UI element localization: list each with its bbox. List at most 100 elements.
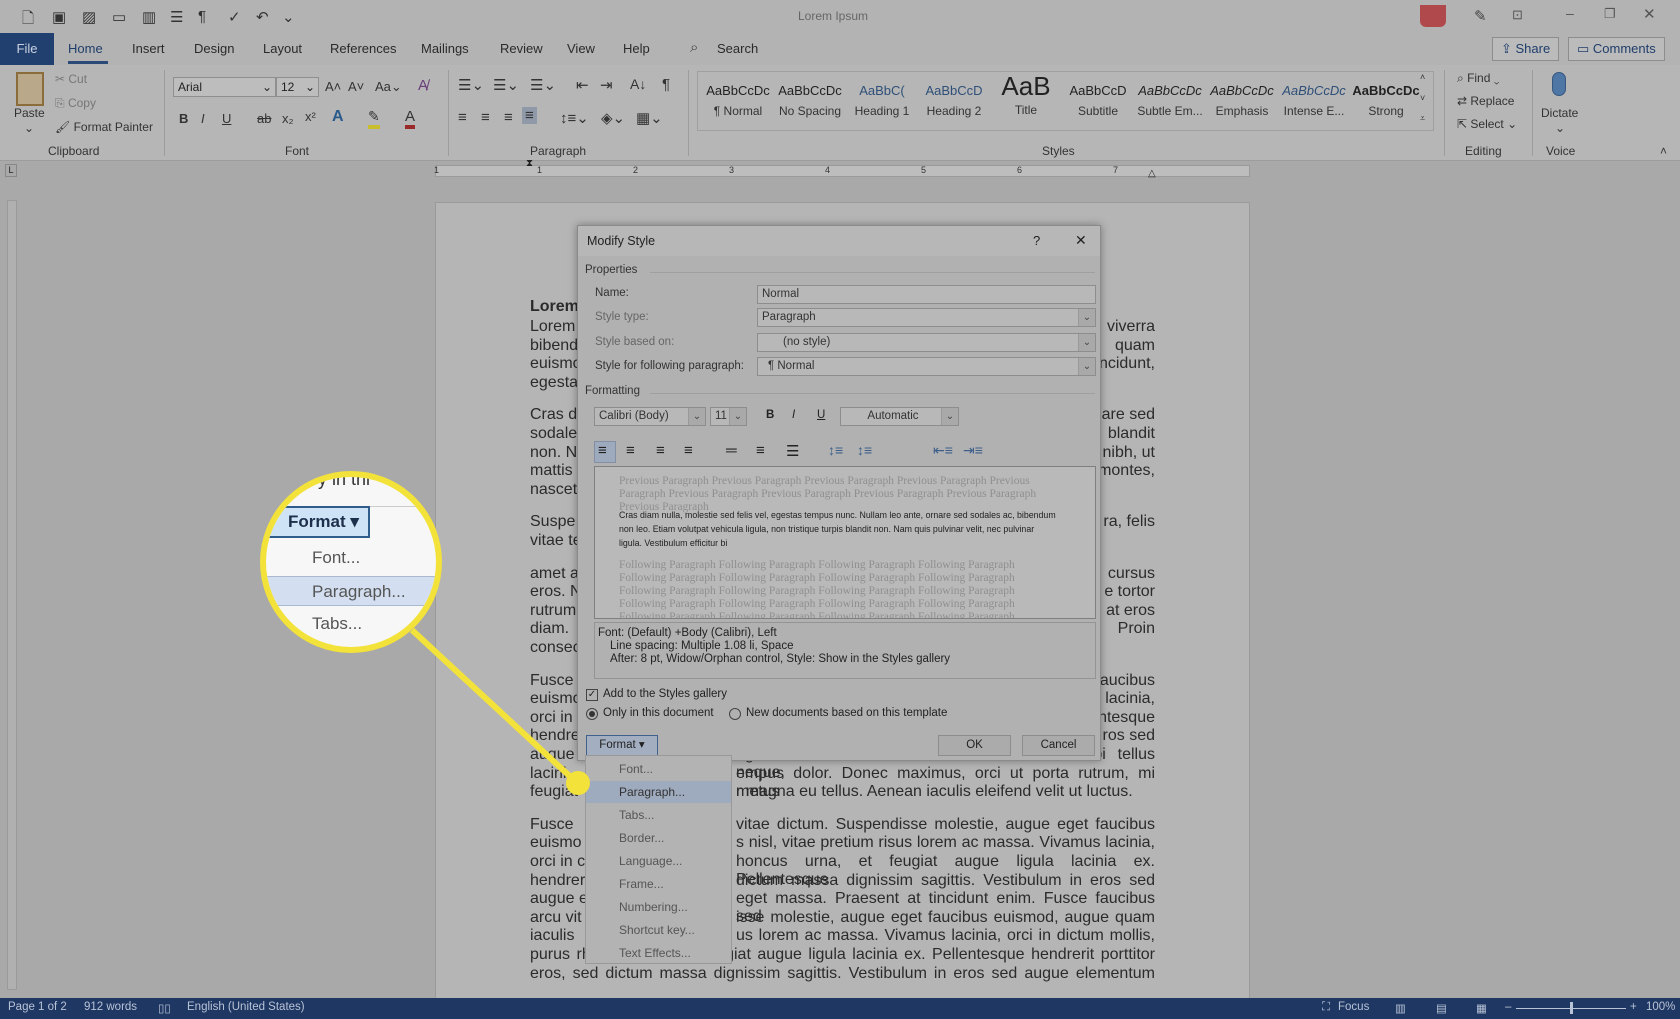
align-left-icon[interactable]: ≡ bbox=[458, 109, 467, 126]
copy-button[interactable]: ⎘ Copy bbox=[55, 96, 96, 111]
cancel-button[interactable]: Cancel bbox=[1022, 735, 1095, 756]
format-menu-item-language[interactable]: Language... bbox=[586, 850, 731, 872]
single-spacing-icon[interactable]: ═ bbox=[726, 442, 737, 459]
bold-button[interactable]: B bbox=[766, 409, 774, 421]
style-subtle-em[interactable]: AaBbCcDc Subtle Em... bbox=[1134, 71, 1206, 131]
close-dialog-button[interactable]: ✕ bbox=[1075, 232, 1087, 249]
name-input[interactable]: Normal bbox=[757, 285, 1096, 304]
only-document-radio[interactable] bbox=[586, 708, 598, 720]
justify-icon[interactable]: ≡ bbox=[684, 442, 693, 459]
pen-icon[interactable]: ✎ bbox=[1474, 7, 1487, 25]
format-painter-button[interactable]: 🖌 Format Painter bbox=[55, 120, 153, 134]
read-mode-icon[interactable]: ▥ bbox=[1395, 1001, 1406, 1015]
tab-layout[interactable]: Layout bbox=[263, 41, 302, 56]
tab-mailings[interactable]: Mailings bbox=[421, 41, 469, 56]
align-right-icon[interactable]: ≡ bbox=[504, 109, 513, 126]
paste-dropdown-icon[interactable]: ⌄ bbox=[24, 121, 34, 135]
print-layout-icon[interactable]: ☰ bbox=[170, 8, 183, 26]
ok-button[interactable]: OK bbox=[938, 735, 1011, 756]
one-half-spacing-icon[interactable]: ≡ bbox=[756, 442, 765, 459]
customize-icon[interactable]: ⌄ bbox=[282, 8, 295, 26]
style-intense-e[interactable]: AaBbCcDc Intense E... bbox=[1278, 71, 1350, 131]
style-strong[interactable]: AaBbCcDc Strong bbox=[1350, 71, 1422, 131]
increase-spacing-icon[interactable]: ↕≡ bbox=[828, 442, 843, 458]
clear-formatting-icon[interactable]: A̸ bbox=[418, 77, 428, 94]
subscript-icon[interactable]: x₂ bbox=[282, 111, 294, 126]
proofing-icon[interactable]: ▯▯ bbox=[158, 1001, 171, 1015]
collapse-ribbon-icon[interactable]: ˄ bbox=[1660, 144, 1667, 158]
style-type-select[interactable]: Paragraph ⌄ bbox=[757, 308, 1096, 327]
read-mode-icon[interactable]: ▥ bbox=[142, 8, 156, 26]
bullets-icon[interactable]: ☰⌄ bbox=[458, 76, 484, 94]
ribbon-display-icon[interactable]: ⊡ bbox=[1512, 7, 1523, 23]
help-button[interactable]: ? bbox=[1033, 233, 1040, 248]
format-button[interactable]: Format ▾ bbox=[586, 735, 658, 756]
style-normal[interactable]: AaBbCcDc ¶ Normal bbox=[702, 71, 774, 131]
show-formatting-icon[interactable]: ¶ bbox=[662, 76, 670, 93]
format-menu-item-text-effects[interactable]: Text Effects... bbox=[586, 942, 731, 964]
line-spacing-icon[interactable]: ↕≡⌄ bbox=[560, 109, 589, 127]
justify-icon[interactable]: ≡ bbox=[522, 107, 537, 124]
new-documents-radio[interactable] bbox=[729, 708, 741, 720]
font-select[interactable]: Calibri (Body) ⌄ bbox=[594, 407, 706, 426]
paste-button[interactable]: Paste bbox=[14, 106, 45, 120]
share-button[interactable]: ⇪ Share bbox=[1492, 37, 1560, 61]
page-count[interactable]: Page 1 of 2 bbox=[8, 1001, 67, 1013]
focus-button[interactable]: Focus bbox=[1338, 1001, 1369, 1013]
open-folder-icon[interactable]: ▭ bbox=[112, 8, 126, 26]
web-layout-icon[interactable]: ▦ bbox=[1476, 1001, 1487, 1015]
underline-button[interactable]: U bbox=[817, 409, 825, 421]
strikethrough-icon[interactable]: ab bbox=[257, 111, 271, 126]
tab-selector[interactable]: L bbox=[5, 164, 17, 177]
style-heading-2[interactable]: AaBbCcD Heading 2 bbox=[918, 71, 990, 131]
tab-review[interactable]: Review bbox=[500, 41, 543, 56]
font-size-select[interactable]: 12 ⌄ bbox=[276, 77, 319, 97]
word-count[interactable]: 912 words bbox=[84, 1001, 137, 1013]
text-effects-icon[interactable]: A bbox=[332, 108, 344, 126]
decrease-spacing-icon[interactable]: ↕≡ bbox=[857, 442, 872, 458]
decrease-indent-icon[interactable]: ⇤≡ bbox=[933, 442, 953, 459]
grow-font-icon[interactable]: A˄ bbox=[325, 79, 341, 94]
find-button[interactable]: ⌕ Find ⌄ bbox=[1457, 71, 1499, 86]
highlight-icon[interactable]: ✎ bbox=[368, 108, 380, 129]
borders-icon[interactable]: ▦⌄ bbox=[636, 109, 663, 127]
format-menu-item-numbering[interactable]: Numbering... bbox=[586, 896, 731, 918]
format-menu-item-shortcut-key[interactable]: Shortcut key... bbox=[586, 919, 731, 941]
paste-icon[interactable] bbox=[16, 72, 44, 106]
search-box[interactable]: Search bbox=[717, 41, 758, 56]
pilcrow-icon[interactable]: ¶ bbox=[198, 8, 206, 25]
font-name-select[interactable]: Arial ⌄ bbox=[173, 77, 276, 97]
format-menu-item-tabs[interactable]: Tabs... bbox=[586, 804, 731, 826]
bold-icon[interactable]: B bbox=[179, 111, 188, 126]
tab-insert[interactable]: Insert bbox=[132, 41, 165, 56]
tab-help[interactable]: Help bbox=[623, 41, 650, 56]
tab-references[interactable]: References bbox=[330, 41, 396, 56]
sort-icon[interactable]: A↓ bbox=[630, 76, 646, 92]
multilevel-list-icon[interactable]: ☰⌄ bbox=[530, 76, 556, 94]
style-title[interactable]: AaB Title bbox=[990, 71, 1062, 131]
style-heading-1[interactable]: AaBbC(Heading 1 bbox=[846, 71, 918, 131]
superscript-icon[interactable]: x² bbox=[305, 109, 316, 124]
format-menu-item-frame[interactable]: Frame... bbox=[586, 873, 731, 895]
zoom-slider-thumb[interactable] bbox=[1570, 1002, 1573, 1014]
cut-button[interactable]: ✂ Cut bbox=[55, 72, 87, 86]
following-paragraph-select[interactable]: ¶ Normal ⌄ bbox=[757, 357, 1096, 376]
microphone-icon[interactable] bbox=[1552, 72, 1566, 96]
restore-icon[interactable]: ❐ bbox=[1604, 6, 1616, 22]
new-document-icon[interactable]: 🗋 bbox=[22, 8, 34, 33]
double-spacing-icon[interactable]: ☰ bbox=[786, 442, 799, 460]
italic-icon[interactable]: I bbox=[201, 111, 205, 126]
shrink-font-icon[interactable]: A˅ bbox=[348, 79, 364, 94]
align-center-icon[interactable]: ≡ bbox=[481, 109, 490, 126]
save-as-icon[interactable]: ▨ bbox=[82, 8, 96, 26]
search-icon[interactable]: ⌕ bbox=[690, 39, 698, 56]
align-center-icon[interactable]: ≡ bbox=[626, 442, 635, 459]
style-based-on-select[interactable]: (no style) ⌄ bbox=[757, 333, 1096, 352]
save-icon[interactable]: ▣ bbox=[52, 8, 66, 26]
indent-marker-icon[interactable]: ⧗ bbox=[526, 158, 533, 169]
focus-icon[interactable]: ⛶ bbox=[1322, 1001, 1330, 1014]
vertical-ruler[interactable] bbox=[7, 200, 17, 990]
spelling-icon[interactable]: ✓ bbox=[228, 8, 241, 26]
zoom-in-icon[interactable]: + bbox=[1630, 1001, 1637, 1013]
style-emphasis[interactable]: AaBbCcDc Emphasis bbox=[1206, 71, 1278, 131]
